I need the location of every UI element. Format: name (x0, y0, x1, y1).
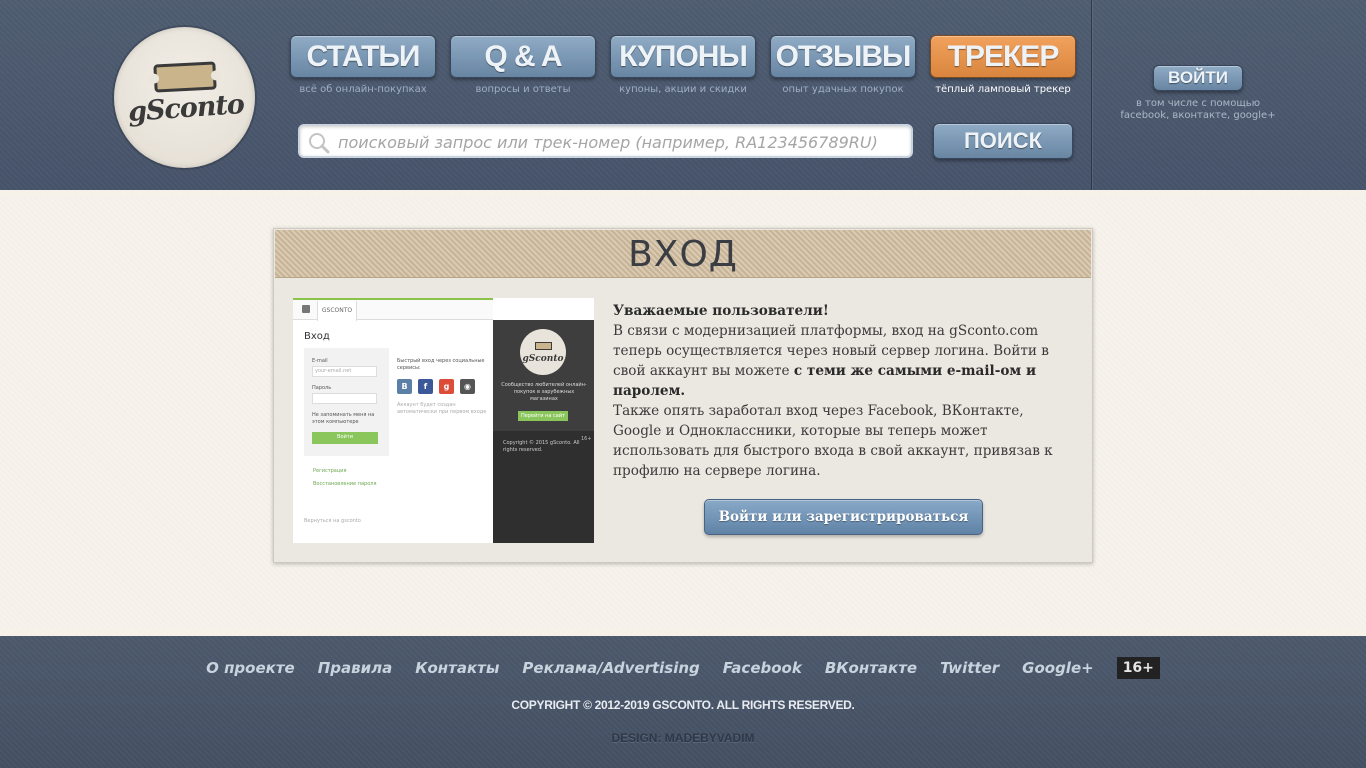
design-credit[interactable]: DESIGN: MADEBYVADIM (0, 731, 1366, 745)
footer-link-googleplus[interactable]: Google+ (1022, 659, 1094, 677)
preview-remember: Не запоминать меня на этом компьютере (312, 412, 375, 425)
footer-link-contacts[interactable]: Контакты (415, 659, 499, 677)
login-note-line2: facebook, вконтакте, google+ (1120, 110, 1276, 121)
nav-qa-label[interactable]: Q & A (450, 35, 596, 78)
preview-dark-panel: gSconto Сообщество любителей онлайн-поку… (493, 320, 594, 543)
footer-link-about[interactable]: О проекте (206, 659, 295, 677)
age-rating-badge: 16+ (1116, 657, 1160, 679)
nav-articles-label[interactable]: СТАТЬИ (290, 35, 436, 78)
login-button[interactable]: ВОЙТИ (1153, 65, 1243, 91)
search-icon (309, 133, 330, 154)
site-logo[interactable]: gSconto (114, 27, 255, 168)
message-paragraph-2: Также опять заработал вход через Faceboo… (613, 403, 1053, 479)
nav-tracker-sub: тёплый ламповый трекер (935, 84, 1071, 95)
message-greeting: Уважаемые пользователи! (613, 303, 829, 319)
nav-articles-sub: всё об онлайн-покупках (299, 84, 427, 95)
google-icon: g (439, 379, 454, 394)
preview-login-button: Войти (312, 432, 378, 444)
preview-dark-top: gSconto Сообщество любителей онлайн-поку… (493, 320, 594, 431)
ticket-icon (535, 342, 552, 350)
login-message: Уважаемые пользователи! В связи с модерн… (613, 301, 1073, 481)
preview-register-link: Регистрация (313, 468, 347, 474)
copyright-text: COPYRIGHT © 2012-2019 GSCONTO. ALL RIGHT… (511, 698, 855, 712)
nav-coupons-label[interactable]: КУПОНЫ (610, 35, 756, 78)
footer-link-vkontakte[interactable]: ВКонтакте (825, 659, 917, 677)
card-title: ВХОД (628, 234, 738, 275)
nav-reviews-label[interactable]: ОТЗЫВЫ (770, 35, 916, 78)
site-header: gSconto СТАТЬИ всё об онлайн-покупках Q … (0, 0, 1366, 190)
nav-reviews-sub: опыт удачных покупок (782, 84, 904, 95)
search-box[interactable] (298, 124, 913, 158)
header-divider (1091, 0, 1092, 190)
login-page-preview-image: GSCONTO Вход E-mail your-email.net Парол… (293, 298, 594, 543)
nav-tracker-label[interactable]: ТРЕКЕР (930, 35, 1076, 78)
preview-restore-link: Восстановление пароля (313, 481, 377, 487)
site-footer: О проекте Правила Контакты Реклама/Adver… (0, 636, 1366, 768)
nav-qa-sub: вопросы и ответы (475, 84, 571, 95)
footer-link-advertising[interactable]: Реклама/Advertising (522, 659, 699, 677)
footer-link-twitter[interactable]: Twitter (940, 659, 999, 677)
preview-email-field: your-email.net (312, 366, 377, 377)
preview-email-label: E-mail (312, 358, 328, 364)
login-note-line1: в том числе с помощью (1135, 98, 1261, 109)
footer-link-rules[interactable]: Правила (318, 659, 393, 677)
logo-text: gSconto (127, 88, 245, 128)
preview-site-button: Перейти на сайт (518, 411, 568, 421)
preview-tab: GSCONTO (317, 301, 357, 321)
facebook-icon: f (418, 379, 433, 394)
login-note: в том числе с помощью facebook, вконтакт… (1108, 98, 1288, 122)
preview-logo: gSconto (520, 329, 566, 375)
login-card: ВХОД GSCONTO Вход E-mail your-email.net … (273, 228, 1093, 563)
preview-copyright: Copyright © 2015 gSconto. All rights res… (503, 440, 580, 453)
preview-logo-text: gSconto (522, 354, 564, 364)
card-header: ВХОД (275, 230, 1091, 278)
preview-password-field (312, 393, 377, 404)
nav-coupons-sub: купоны, акции и скидки (619, 84, 747, 95)
ticket-icon (153, 61, 217, 93)
login-register-button[interactable]: Войти или зарегистрироваться (704, 499, 983, 535)
preview-heading: Вход (304, 331, 330, 342)
preview-password-label: Пароль (312, 385, 332, 391)
preview-social-title: Быстрый вход через социальные сервисы: (397, 358, 485, 371)
preview-dark-text: Сообщество любителей онлайн-покупок в за… (501, 382, 587, 402)
search-input[interactable] (338, 130, 898, 154)
preview-topbar: GSCONTO (293, 298, 493, 321)
github-icon: ◉ (460, 379, 475, 394)
vk-icon: В (397, 379, 412, 394)
preview-form: E-mail your-email.net Пароль Не запомина… (304, 348, 389, 456)
footer-nav: О проекте Правила Контакты Реклама/Adver… (0, 657, 1366, 679)
footer-link-facebook[interactable]: Facebook (723, 659, 802, 677)
preview-age: 16+ (581, 436, 592, 442)
search-button[interactable]: ПОИСК (933, 123, 1073, 159)
preview-social-note: Аккаунт будет создан автоматически при п… (397, 402, 487, 415)
lock-icon (302, 305, 310, 313)
preview-back-link: Вернуться на gsconto (304, 518, 361, 524)
